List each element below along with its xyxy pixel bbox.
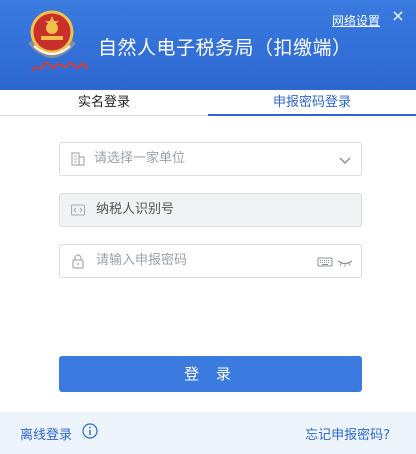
active-tab-indicator <box>208 114 416 116</box>
login-button[interactable]: 登 录 <box>59 356 362 392</box>
app-title: 自然人电子税务局（扣缴端） <box>98 37 352 59</box>
code-icon <box>70 204 86 216</box>
eye-closed-icon[interactable] <box>337 254 353 270</box>
info-icon[interactable] <box>82 423 98 439</box>
close-icon[interactable]: × <box>390 8 406 24</box>
lock-icon <box>72 254 84 269</box>
password-placeholder: 请输入申报密码 <box>96 253 188 268</box>
password-field[interactable]: 请输入申报密码 <box>59 244 362 278</box>
network-settings-link[interactable]: 网络设置 <box>332 12 380 29</box>
logo-signature-icon <box>31 61 89 72</box>
building-icon <box>71 152 85 166</box>
unit-select[interactable]: 请选择一家单位 <box>59 142 362 176</box>
unit-select-placeholder: 请选择一家单位 <box>94 151 186 166</box>
chevron-down-icon[interactable] <box>337 152 353 168</box>
keyboard-icon[interactable] <box>317 254 333 270</box>
taxpayer-id-field[interactable]: 纳税人识别号 <box>59 193 362 227</box>
footer: 离线登录 忘记申报密码? <box>0 412 416 454</box>
login-tabs: 实名登录 申报密码登录 <box>0 90 416 116</box>
offline-login-link[interactable]: 离线登录 <box>20 424 72 443</box>
taxpayer-id-value: 纳税人识别号 <box>96 202 175 217</box>
tax-emblem-icon <box>28 10 76 59</box>
app-header: 网络设置 × 自然人电子税务局（扣缴端） <box>0 0 416 90</box>
tab-password-login[interactable]: 申报密码登录 <box>208 90 416 116</box>
tab-real-name-login[interactable]: 实名登录 <box>0 90 208 116</box>
forgot-password-link[interactable]: 忘记申报密码? <box>305 424 390 443</box>
